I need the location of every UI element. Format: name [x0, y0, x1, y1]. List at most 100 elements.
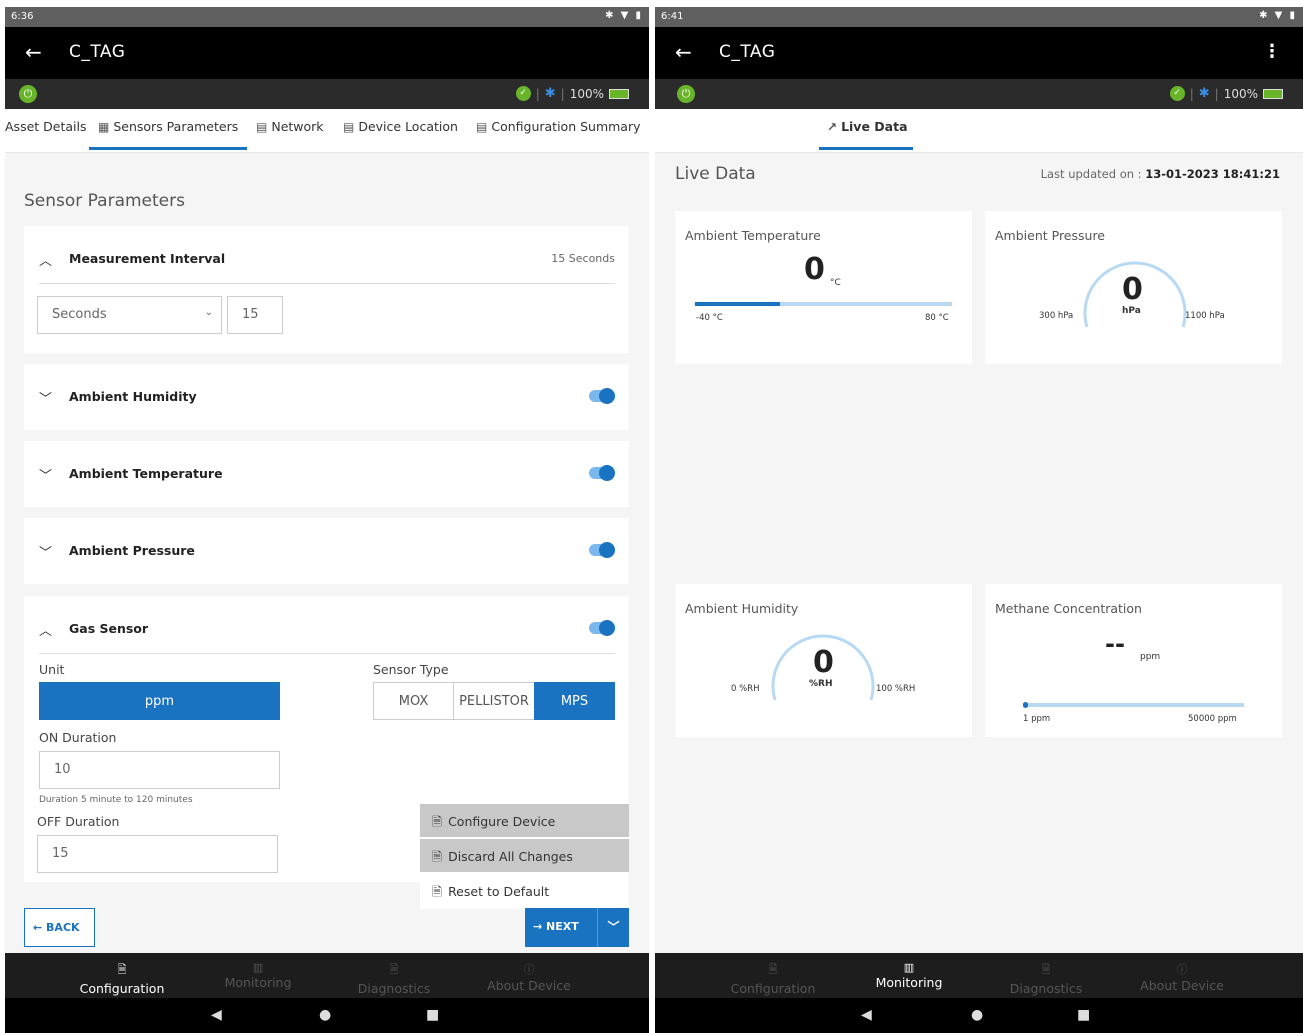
status-time: 6:41	[661, 11, 684, 22]
action-menu: 🗎 Configure Device 🗎 Discard All Changes 🗎…	[420, 804, 629, 909]
diagnostics-icon: 🗎	[389, 963, 399, 976]
nav-diagnostics[interactable]: 🗎 Diagnostics	[976, 961, 1116, 996]
humidity-widget: Ambient Humidity 0 %RH 0 %RH 100 %RH	[675, 584, 972, 737]
section-label: Ambient Temperature	[69, 466, 223, 481]
pressure-toggle[interactable]	[589, 542, 615, 558]
app-title: C_TAG	[69, 42, 126, 62]
off-duration-input[interactable]: 15	[37, 835, 278, 873]
temperature-value: 0	[804, 252, 825, 287]
discard-changes-item[interactable]: 🗎 Discard All Changes	[420, 839, 629, 872]
section-ambient-pressure[interactable]: ﹀ Ambient Pressure	[24, 518, 629, 584]
on-duration-hint: Duration 5 minute to 120 minutes	[39, 795, 193, 805]
chevron-down-icon[interactable]: ﹀	[39, 465, 52, 484]
gas-sensor-toggle[interactable]	[589, 620, 615, 636]
home-circle-icon[interactable]: ●	[319, 1007, 331, 1023]
chart-icon: ▥	[252, 961, 264, 974]
section-ambient-humidity[interactable]: ﹀ Ambient Humidity	[24, 364, 629, 430]
app-bar: ← C_TAG ⋮	[655, 27, 1303, 79]
methane-min: 1 ppm	[1023, 714, 1051, 724]
recents-square-icon[interactable]: ■	[426, 1007, 439, 1023]
widget-title: Methane Concentration	[995, 601, 1142, 616]
sensor-type-mox[interactable]: MOX	[373, 682, 454, 720]
measurement-interval-value: 15 Seconds	[551, 252, 615, 265]
chevron-down-icon[interactable]: ﹀	[39, 542, 52, 561]
off-duration-label: OFF Duration	[37, 814, 120, 829]
pressure-unit: hPa	[1122, 306, 1141, 316]
unit-label: Unit	[39, 662, 65, 677]
temperature-fill	[695, 302, 780, 306]
section-ambient-temperature[interactable]: ﹀ Ambient Temperature	[24, 441, 629, 507]
connected-check-icon: ✓	[1169, 86, 1185, 101]
methane-unit: ppm	[1140, 652, 1161, 662]
widget-title: Ambient Temperature	[685, 228, 821, 243]
nav-configuration[interactable]: 🗎 Configuration	[52, 961, 192, 996]
measurement-interval-label: Measurement Interval	[69, 251, 226, 266]
sensor-type-mps[interactable]: MPS	[534, 682, 615, 720]
methane-max: 50000 ppm	[1188, 714, 1237, 724]
tab-asset-details[interactable]: Asset Details	[5, 119, 86, 134]
unit-ppm-button[interactable]: ppm	[39, 682, 280, 720]
configure-device-item[interactable]: 🗎 Configure Device	[420, 804, 629, 837]
back-button[interactable]: ← BACK	[24, 908, 95, 947]
chart-icon: ▥	[903, 961, 915, 974]
pressure-widget: Ambient Pressure 0 hPa 300 hPa 1100 hPa	[985, 211, 1282, 364]
back-arrow-icon[interactable]: ←	[25, 40, 42, 64]
temperature-toggle[interactable]	[589, 465, 615, 481]
nav-about-device[interactable]: ⓘ About Device	[1112, 961, 1252, 993]
back-triangle-icon[interactable]: ◀	[211, 1007, 222, 1023]
document-icon: ▤	[476, 120, 488, 134]
humidity-max: 100 %RH	[876, 684, 916, 694]
chevron-down-icon[interactable]: ﹀	[597, 908, 629, 947]
nav-monitoring[interactable]: ▥ Monitoring	[188, 961, 328, 990]
gas-sensor-label: Gas Sensor	[69, 621, 149, 636]
document-icon: ▤	[256, 120, 268, 134]
temperature-unit: °C	[830, 278, 841, 288]
battery-icon	[609, 88, 629, 99]
interval-input[interactable]: 15	[227, 296, 283, 334]
home-circle-icon[interactable]: ●	[971, 1007, 983, 1023]
nav-configuration[interactable]: 🗎 Configuration	[703, 961, 843, 996]
back-arrow-icon[interactable]: ←	[675, 40, 692, 64]
trend-icon: ↗	[827, 120, 838, 134]
methane-widget: Methane Concentration -- ppm 1 ppm 50000…	[985, 584, 1282, 737]
humidity-value: 0	[813, 645, 834, 680]
bottom-nav: 🗎 Configuration ▥ Monitoring 🗎 Diagnostics …	[655, 953, 1303, 998]
methane-track	[1023, 702, 1244, 708]
arrow-left-icon: ←	[33, 921, 47, 934]
tab-configuration-summary[interactable]: ▤ Configuration Summary	[476, 119, 641, 134]
reset-default-item[interactable]: 🗎 Reset to Default	[420, 874, 629, 907]
more-vert-icon[interactable]: ⋮	[1263, 41, 1281, 62]
nav-monitoring[interactable]: ▥ Monitoring	[839, 961, 979, 990]
humidity-unit: %RH	[809, 679, 833, 689]
tab-device-location[interactable]: ▤ Device Location	[343, 119, 458, 134]
chevron-up-icon[interactable]: ︿	[39, 250, 52, 269]
sensor-type-pellistor[interactable]: PELLISTOR	[453, 682, 535, 720]
temperature-max: 80 °C	[925, 313, 949, 323]
widget-title: Ambient Pressure	[995, 228, 1105, 243]
last-updated: Last updated on : 13-01-2023 18:41:21	[1040, 167, 1280, 181]
power-icon[interactable]: ⏻	[677, 85, 695, 103]
back-triangle-icon[interactable]: ◀	[861, 1007, 872, 1023]
active-tab-indicator	[819, 147, 913, 150]
bottom-nav: 🗎 Configuration ▥ Monitoring 🗎 Diagnostics …	[5, 953, 649, 998]
widget-title: Ambient Humidity	[685, 601, 799, 616]
tab-sensors-parameters[interactable]: ▦ Sensors Parameters	[98, 119, 238, 134]
on-duration-input[interactable]: 10	[39, 751, 280, 789]
humidity-toggle[interactable]	[589, 388, 615, 404]
chevron-down-icon[interactable]: ﹀	[39, 388, 52, 407]
nav-diagnostics[interactable]: 🗎 Diagnostics	[324, 961, 464, 996]
sensor-type-label: Sensor Type	[373, 662, 449, 677]
interval-unit-select[interactable]: Seconds ⌄	[37, 296, 222, 334]
measurement-interval-card: ︿ Measurement Interval 15 Seconds Second…	[24, 226, 629, 353]
recents-square-icon[interactable]: ■	[1077, 1007, 1090, 1023]
system-nav: ◀ ● ■	[655, 998, 1303, 1033]
tab-network[interactable]: ▤ Network	[256, 119, 324, 134]
nav-about-device[interactable]: ⓘ About Device	[459, 961, 599, 993]
chevron-up-icon[interactable]: ︿	[39, 620, 52, 639]
tab-live-data[interactable]: ↗ Live Data	[827, 119, 908, 134]
next-button[interactable]: → NEXT ﹀	[525, 908, 629, 947]
info-icon: ⓘ	[1176, 963, 1188, 976]
power-icon[interactable]: ⏻	[19, 85, 37, 103]
sensor-icon: ▦	[98, 120, 110, 134]
active-tab-indicator	[89, 147, 247, 150]
